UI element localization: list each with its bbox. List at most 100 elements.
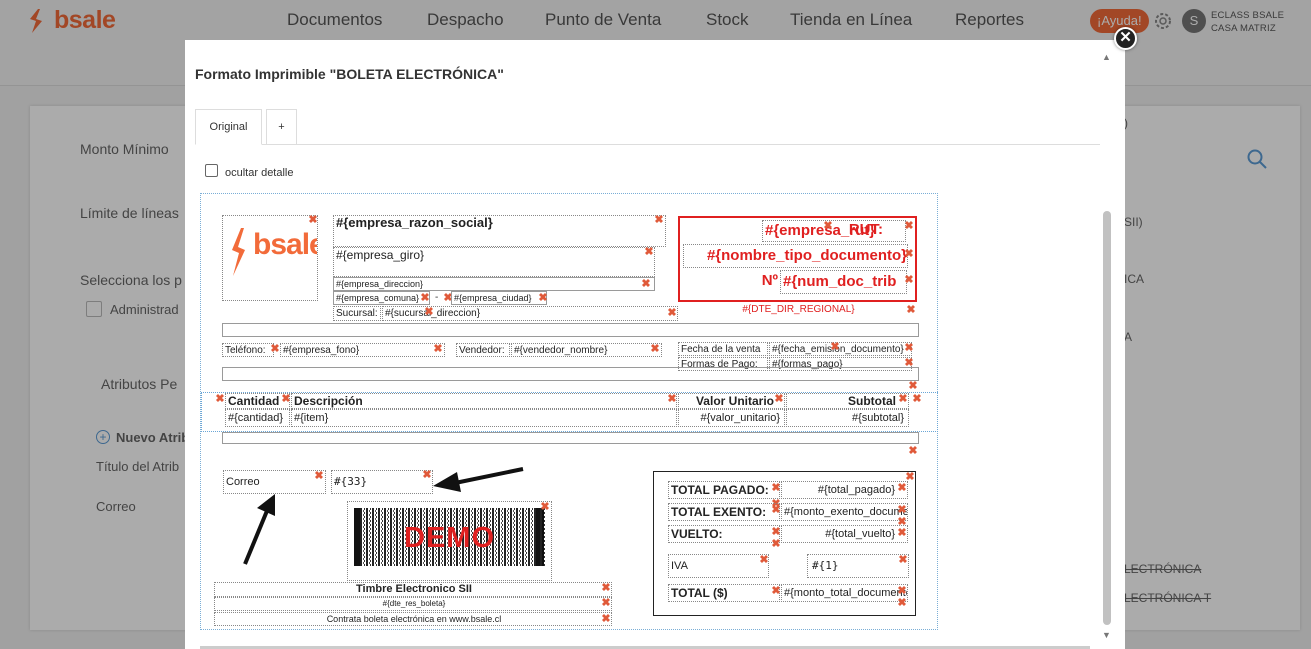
timbre-barcode-box[interactable]: DEMO: [347, 501, 552, 581]
delete-x-icon[interactable]: [667, 308, 677, 318]
vertical-scrollbar-thumb[interactable]: [1103, 211, 1111, 625]
delete-x-icon[interactable]: [601, 614, 611, 624]
field-ciudad[interactable]: #{empresa_ciudad}: [451, 291, 547, 305]
delete-x-icon[interactable]: [771, 527, 781, 537]
field-comuna[interactable]: #{empresa_comuna}: [333, 291, 430, 305]
num-value[interactable]: #{num_doc_trib: [780, 270, 907, 294]
vendedor-label[interactable]: Vendedor:: [456, 343, 510, 357]
delete-x-icon[interactable]: [771, 505, 781, 515]
tab-add[interactable]: +: [266, 109, 297, 145]
col-header-valor-unitario[interactable]: Valor Unitario: [678, 393, 785, 409]
total-exento-value[interactable]: #{monto_exento_documento}: [781, 503, 908, 521]
total-label[interactable]: TOTAL ($): [668, 584, 780, 602]
delete-x-icon[interactable]: [771, 586, 781, 596]
delete-x-icon[interactable]: [759, 555, 769, 565]
iva-value[interactable]: #{1}: [807, 554, 909, 578]
delete-x-icon[interactable]: [667, 394, 677, 404]
delete-x-icon[interactable]: [650, 344, 660, 354]
delete-x-icon[interactable]: [538, 293, 548, 303]
delete-x-icon[interactable]: [420, 293, 430, 303]
delete-x-icon[interactable]: [897, 505, 907, 515]
delete-x-icon[interactable]: [601, 583, 611, 593]
delete-x-icon[interactable]: [654, 215, 664, 225]
total-value[interactable]: #{monto_total_documento}: [781, 584, 908, 602]
row-valor-unitario[interactable]: #{valor_unitario}: [678, 409, 785, 427]
delete-x-icon[interactable]: [774, 394, 784, 404]
delete-x-icon[interactable]: [904, 249, 914, 259]
delete-x-icon[interactable]: [898, 394, 908, 404]
delete-x-icon[interactable]: [215, 394, 225, 404]
print-format-modal: Formato Imprimible "BOLETA ELECTRÓNICA" …: [185, 40, 1125, 649]
row-item[interactable]: #{item}: [291, 409, 677, 427]
empty-line[interactable]: [222, 432, 919, 444]
delete-x-icon[interactable]: [424, 307, 434, 317]
field-direccion[interactable]: #{empresa_direccion}: [333, 277, 655, 291]
delete-x-icon[interactable]: [906, 305, 916, 315]
delete-x-icon[interactable]: [308, 215, 318, 225]
vuelto-value[interactable]: #{total_vuelto}: [781, 525, 908, 543]
col-header-descripcion[interactable]: Descripción: [291, 393, 677, 409]
tipo-documento-field[interactable]: #{nombre_tipo_documento}: [683, 244, 908, 268]
row-subtotal[interactable]: #{subtotal}: [786, 409, 909, 427]
empty-line[interactable]: [222, 323, 919, 337]
iva-label[interactable]: IVA: [668, 554, 769, 578]
telefono-value[interactable]: #{empresa_fono}: [280, 343, 445, 357]
total-exento-label[interactable]: TOTAL EXENTO:: [668, 503, 780, 521]
empty-line[interactable]: [222, 367, 919, 381]
fecha-label[interactable]: Fecha de la venta: [678, 342, 768, 356]
field-giro[interactable]: #{empresa_giro}: [333, 247, 655, 277]
vuelto-label[interactable]: VUELTO:: [668, 525, 780, 543]
hide-detail-checkbox[interactable]: [205, 164, 218, 177]
rut-value[interactable]: #{empresa_rut}: [762, 220, 906, 242]
delete-x-icon[interactable]: [823, 221, 833, 231]
close-icon[interactable]: ✕: [1114, 27, 1137, 50]
delete-x-icon[interactable]: [904, 275, 914, 285]
tab-original[interactable]: Original: [195, 109, 262, 145]
delete-x-icon[interactable]: [897, 586, 907, 596]
vendedor-value[interactable]: #{vendedor_nombre}: [511, 343, 662, 357]
delete-x-icon[interactable]: [314, 471, 324, 481]
delete-x-icon[interactable]: [897, 598, 907, 608]
dte-regional-field[interactable]: #{DTE_DIR_REGIONAL}: [678, 304, 917, 318]
delete-x-icon[interactable]: [830, 342, 840, 352]
modal-title: Formato Imprimible "BOLETA ELECTRÓNICA": [195, 66, 504, 82]
fecha-value[interactable]: #{fecha_emision_documento}: [769, 342, 912, 356]
delete-x-icon[interactable]: [771, 539, 781, 549]
correo-label-field[interactable]: Correo: [223, 470, 326, 494]
delete-x-icon[interactable]: [898, 555, 908, 565]
delete-x-icon[interactable]: [601, 598, 611, 608]
delete-x-icon[interactable]: [912, 394, 922, 404]
delete-x-icon[interactable]: [897, 483, 907, 493]
field-razon-social[interactable]: #{empresa_razon_social}: [333, 215, 666, 247]
delete-x-icon[interactable]: [422, 470, 432, 480]
scroll-down-arrow-icon[interactable]: ▼: [1102, 630, 1111, 640]
num-label[interactable]: Nº: [683, 270, 778, 294]
delete-x-icon[interactable]: [281, 394, 291, 404]
total-pagado-value[interactable]: #{total_pagado}: [781, 481, 908, 499]
scroll-up-arrow-icon[interactable]: ▲: [1102, 52, 1111, 62]
telefono-label[interactable]: Teléfono:: [222, 343, 274, 357]
separator-dash: -: [435, 292, 439, 303]
res-boleta-field[interactable]: #{dte_res_boleta}: [214, 597, 612, 611]
row-cantidad[interactable]: #{cantidad}: [225, 409, 290, 427]
delete-x-icon[interactable]: [908, 446, 918, 456]
delete-x-icon[interactable]: [270, 344, 280, 354]
delete-x-icon[interactable]: [904, 221, 914, 231]
delete-x-icon[interactable]: [641, 279, 651, 289]
delete-x-icon[interactable]: [904, 343, 914, 353]
doc-logo-box[interactable]: bsale: [222, 215, 318, 301]
delete-x-icon[interactable]: [433, 344, 443, 354]
correo-value-field[interactable]: #{33}: [331, 470, 433, 494]
total-pagado-label[interactable]: TOTAL PAGADO:: [668, 481, 780, 499]
delete-x-icon[interactable]: [897, 528, 907, 538]
tab-bar-line: [195, 144, 1100, 145]
field-sucursal-label[interactable]: Sucursal:: [333, 306, 381, 321]
col-header-subtotal[interactable]: Subtotal: [786, 393, 909, 409]
delete-x-icon[interactable]: [771, 483, 781, 493]
delete-x-icon[interactable]: [644, 247, 654, 257]
delete-x-icon[interactable]: [540, 502, 550, 512]
delete-x-icon[interactable]: [908, 381, 918, 391]
timbre-label[interactable]: Timbre Electronico SII: [214, 582, 612, 597]
document-canvas[interactable]: bsale #{empresa_razon_social} #{empresa_…: [200, 193, 938, 630]
contrata-text[interactable]: Contrata boleta electrónica en www.bsale…: [214, 612, 612, 626]
